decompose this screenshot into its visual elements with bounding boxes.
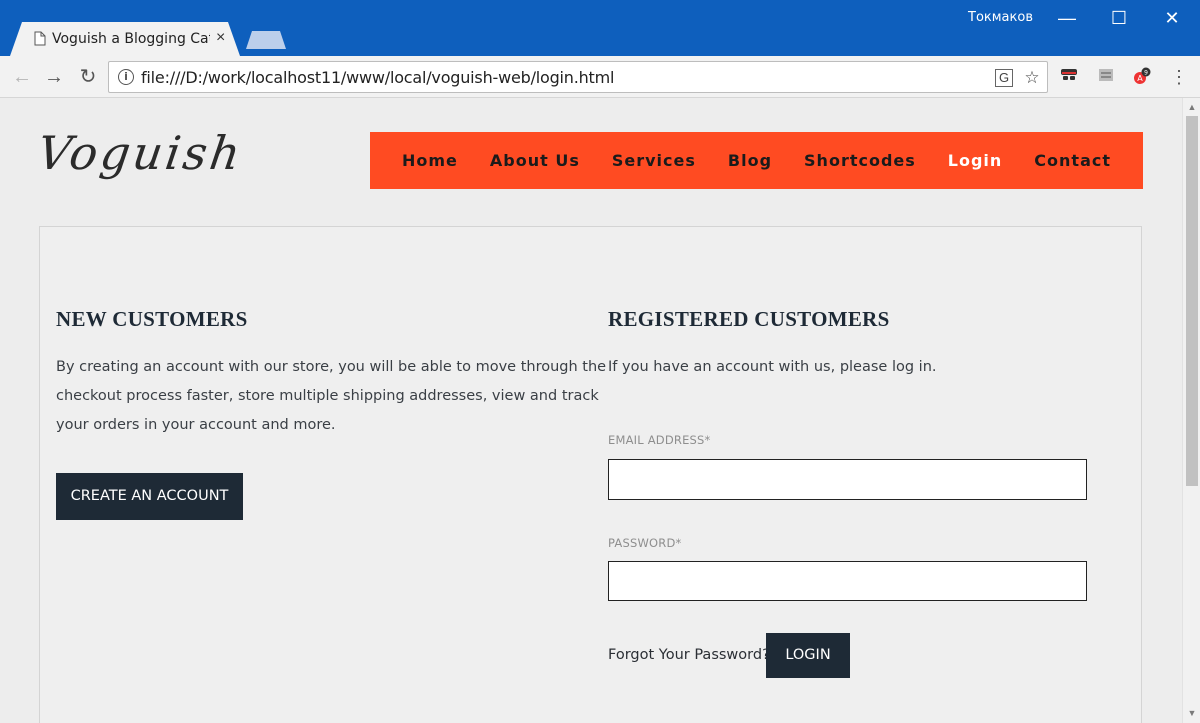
svg-text:A: A — [1137, 74, 1143, 83]
window-extension-icon[interactable] — [1095, 67, 1117, 87]
new-customers-text-line3: your orders in your account and more. — [56, 417, 336, 433]
info-icon[interactable]: i — [118, 69, 134, 85]
tab-title: Voguish a Blogging Categ — [52, 31, 210, 47]
address-bar[interactable]: i file:///D:/work/localhost11/www/local/… — [108, 61, 1048, 93]
tab-close-icon[interactable]: × — [216, 29, 225, 47]
email-field[interactable] — [608, 459, 1087, 500]
translate-icon[interactable]: G — [995, 69, 1013, 87]
nav-about-us[interactable]: About Us — [490, 151, 580, 170]
adblock-extension-icon[interactable]: A9 — [1131, 67, 1153, 87]
browser-tab[interactable]: Voguish a Blogging Categ × — [10, 22, 240, 56]
profile-name[interactable]: Токмаков — [968, 10, 1033, 25]
new-customers-text-line1: By creating an account with our store, y… — [56, 359, 607, 375]
close-window-button[interactable]: ✕ — [1152, 4, 1192, 32]
page-viewport: Voguish Home About Us Services Blog Shor… — [0, 98, 1182, 723]
svg-text:9: 9 — [1144, 70, 1148, 77]
nav-home[interactable]: Home — [402, 151, 458, 170]
star-icon[interactable]: ☆ — [1022, 68, 1042, 88]
maximize-button[interactable]: ☐ — [1099, 4, 1139, 32]
page-scrollbar[interactable]: ▲ ▼ — [1182, 98, 1200, 723]
minimize-button[interactable]: — — [1047, 4, 1087, 32]
nav-login[interactable]: Login — [948, 151, 1003, 170]
reload-icon[interactable]: ↻ — [75, 64, 101, 90]
registered-customers-text: If you have an account with us, please l… — [608, 359, 937, 375]
scroll-down-arrow-icon[interactable]: ▼ — [1187, 708, 1197, 718]
back-arrow-icon[interactable]: ← — [9, 64, 35, 90]
nav-shortcodes[interactable]: Shortcodes — [804, 151, 916, 170]
registered-customers-title: REGISTERED CUSTOMERS — [608, 307, 890, 331]
incognito-extension-icon[interactable] — [1058, 67, 1080, 87]
login-button[interactable]: LOGIN — [766, 633, 850, 678]
browser-titlebar: Voguish a Blogging Categ × Токмаков — ☐ … — [0, 0, 1200, 56]
url-text[interactable]: file:///D:/work/localhost11/www/local/vo… — [141, 68, 614, 87]
login-panel: NEW CUSTOMERS By creating an account wit… — [39, 226, 1142, 723]
new-customers-title: NEW CUSTOMERS — [56, 307, 248, 331]
site-logo[interactable]: Voguish — [34, 126, 246, 180]
menu-kebab-icon[interactable]: ⋮ — [1168, 67, 1190, 87]
password-field[interactable] — [608, 561, 1087, 601]
new-tab-button[interactable] — [246, 31, 286, 49]
page-icon — [34, 31, 46, 46]
email-label: EMAIL ADDRESS* — [608, 433, 711, 447]
scroll-thumb[interactable] — [1186, 116, 1198, 486]
browser-toolbar: ← → ↻ i file:///D:/work/localhost11/www/… — [0, 56, 1200, 98]
scroll-up-arrow-icon[interactable]: ▲ — [1187, 102, 1197, 112]
forward-arrow-icon[interactable]: → — [41, 64, 67, 90]
nav-services[interactable]: Services — [612, 151, 696, 170]
password-label: PASSWORD* — [608, 536, 682, 550]
forgot-password-link[interactable]: Forgot Your Password? — [608, 647, 770, 663]
create-account-button[interactable]: CREATE AN ACCOUNT — [56, 473, 243, 520]
main-nav: Home About Us Services Blog Shortcodes L… — [370, 132, 1143, 189]
nav-blog[interactable]: Blog — [728, 151, 772, 170]
nav-contact[interactable]: Contact — [1034, 151, 1111, 170]
new-customers-text-line2: checkout process faster, store multiple … — [56, 388, 599, 404]
